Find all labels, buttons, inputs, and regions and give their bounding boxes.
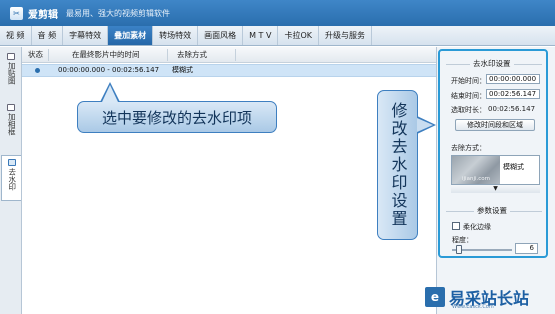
watermark-settings-title: 去水印设置 (470, 58, 514, 69)
app-name: 爱剪辑 (28, 9, 58, 21)
side-tab-add-sticker[interactable]: 加贴图 (1, 53, 21, 95)
table-row[interactable]: 00:00:00.000 - 00:02:56.147 模糊式 (22, 64, 436, 77)
side-tab-label: 去水印 (7, 168, 17, 191)
callout-select-item: 选中要修改的去水印项 (77, 101, 277, 133)
tab-transition-effects[interactable]: 转场特效 (153, 26, 199, 45)
callout-pointer-fill (102, 85, 118, 102)
row-time: 00:00:00.000 - 00:02:56.147 (58, 66, 160, 74)
removal-method-value: 模糊式 (503, 163, 524, 171)
start-time-label: 开始时间： (451, 77, 486, 85)
dropdown-arrow-icon[interactable]: ▼ (451, 184, 540, 193)
app-slogan: 最易用、强大的视频剪辑软件 (66, 8, 170, 18)
callout-text: 选中要修改的去水印项 (101, 108, 252, 127)
header-method: 去除方式 (177, 50, 207, 59)
modify-time-region-button[interactable]: 修改时间段和区域 (455, 119, 535, 131)
main-tab-bar: 视 频 音 频 字幕特效 叠加素材 转场特效 画面风格 M T V 卡拉OK 升… (0, 26, 555, 46)
duration-value: 00:02:56.147 (488, 105, 536, 113)
degree-slider-handle[interactable] (456, 245, 462, 254)
tab-karaoke[interactable]: 卡拉OK (278, 26, 319, 45)
site-logo-icon: e (425, 287, 445, 307)
header-status: 状态 (28, 50, 43, 59)
side-tab-add-frame[interactable]: 加相框 (1, 104, 21, 146)
callout-text: 修改去水印设置 (388, 102, 408, 228)
degree-value-field[interactable]: 6 (515, 243, 538, 254)
watermark-icon (7, 159, 16, 166)
status-dot-icon (35, 68, 40, 73)
watermark-list: 状态 在最终影片中的时间 去除方式 00:00:00.000 - 00:02:5… (22, 47, 436, 314)
tab-mtv[interactable]: M T V (243, 26, 279, 45)
callout-pointer-fill (417, 118, 433, 132)
end-time-field[interactable]: 00:02:56.147 (486, 89, 540, 99)
site-url: Www.Easck.Com (452, 304, 494, 310)
side-tab-remove-watermark[interactable]: 去水印 (1, 155, 21, 201)
side-tab-label: 加贴图 (7, 62, 17, 85)
end-time-label: 结束时间： (451, 92, 486, 100)
params-title: 参数设置 (474, 205, 510, 216)
side-tab-label: 加相框 (7, 113, 17, 136)
removal-method-label: 去除方式： (451, 144, 486, 152)
sticker-icon (7, 53, 15, 60)
tab-upgrade-service[interactable]: 升级与服务 (319, 26, 372, 45)
list-header: 状态 在最终影片中的时间 去除方式 (22, 47, 436, 63)
frame-icon (7, 104, 15, 111)
header-divider (48, 49, 49, 61)
tab-subtitle-effects[interactable]: 字幕特效 (63, 26, 109, 45)
row-method: 模糊式 (172, 66, 193, 74)
tab-video[interactable]: 视 频 (0, 26, 32, 45)
thumbnail-caption: ijianji.com (462, 176, 490, 182)
soften-edge-checkbox[interactable] (452, 222, 460, 230)
title-bar: ✂ 爱剪辑 最易用、强大的视频剪辑软件 (0, 0, 555, 26)
tab-overlay-material[interactable]: 叠加素材 (108, 26, 154, 45)
app-logo-icon: ✂ (10, 6, 23, 20)
tab-audio[interactable]: 音 频 (32, 26, 64, 45)
header-divider (235, 49, 236, 61)
degree-label: 程度： (452, 236, 473, 244)
callout-modify-settings: 修改去水印设置 (377, 90, 418, 240)
header-divider (167, 49, 168, 61)
start-time-field[interactable]: 00:00:00.000 (486, 74, 540, 84)
duration-label: 选取时长： (451, 106, 486, 114)
tab-picture-style[interactable]: 画面风格 (198, 26, 244, 45)
header-time: 在最终影片中的时间 (72, 50, 140, 59)
soften-edge-label: 柔化边缘 (463, 223, 491, 231)
